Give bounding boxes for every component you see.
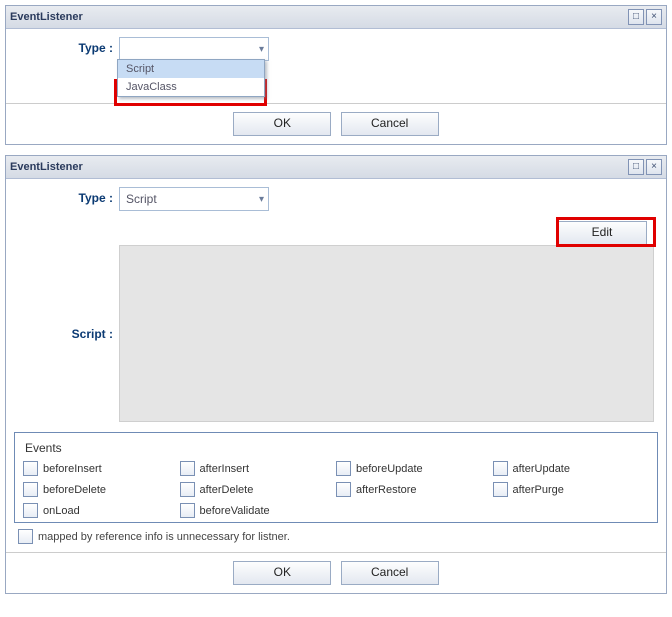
cancel-button[interactable]: Cancel [341,561,439,585]
event-checkbox-afterRestore[interactable]: afterRestore [336,482,493,497]
type-select[interactable]: ▾ Script JavaClass [119,37,269,61]
checkbox-icon [493,482,508,497]
event-checkbox-afterDelete[interactable]: afterDelete [180,482,337,497]
script-textarea[interactable] [119,245,654,422]
type-label: Type : [18,187,119,205]
checkbox-icon [23,503,38,518]
ok-button[interactable]: OK [233,561,331,585]
edit-button[interactable]: Edit [557,221,647,245]
dropdown-option-javaclass[interactable]: JavaClass [118,78,264,96]
checkbox-icon [23,482,38,497]
script-label: Script : [18,245,119,341]
type-select[interactable]: Script ▾ [119,187,269,211]
dialog-title: EventListener [10,11,626,23]
event-checkbox-beforeDelete[interactable]: beforeDelete [23,482,180,497]
close-button[interactable]: × [646,159,662,175]
ok-button[interactable]: OK [233,112,331,136]
event-checkbox-onLoad[interactable]: onLoad [23,503,180,518]
close-button[interactable]: × [646,9,662,25]
dropdown-option-script[interactable]: Script [118,60,264,78]
event-checkbox-afterUpdate[interactable]: afterUpdate [493,461,650,476]
checkbox-icon [180,461,195,476]
checkbox-icon [493,461,508,476]
dialog-eventlistener-1: EventListener □ × Type : ▾ Script JavaCl… [5,5,667,145]
type-value: Script [126,192,157,206]
titlebar: EventListener □ × [6,6,666,29]
type-label: Type : [18,37,119,55]
cancel-button[interactable]: Cancel [341,112,439,136]
button-row: OK Cancel [6,103,666,144]
chevron-down-icon: ▾ [259,44,264,55]
event-checkbox-afterPurge[interactable]: afterPurge [493,482,650,497]
checkbox-icon [336,482,351,497]
checkbox-icon [336,461,351,476]
dialog-title: EventListener [10,161,626,173]
button-row: OK Cancel [6,552,666,593]
dialog-eventlistener-2: EventListener □ × Type : Script ▾ Edit S… [5,155,667,594]
events-legend: Events [23,441,64,455]
event-checkbox-beforeValidate[interactable]: beforeValidate [180,503,337,518]
events-fieldset: Events beforeInsert afterInsert beforeUp… [14,432,658,523]
chevron-down-icon: ▾ [259,194,264,205]
type-dropdown-list: Script JavaClass [117,59,265,97]
checkbox-icon [18,529,33,544]
checkbox-icon [180,503,195,518]
checkbox-icon [23,461,38,476]
mapped-checkbox[interactable]: mapped by reference info is unnecessary … [18,529,654,544]
event-checkbox-beforeUpdate[interactable]: beforeUpdate [336,461,493,476]
maximize-button[interactable]: □ [628,9,644,25]
titlebar: EventListener □ × [6,156,666,179]
checkbox-icon [180,482,195,497]
event-checkbox-afterInsert[interactable]: afterInsert [180,461,337,476]
event-checkbox-beforeInsert[interactable]: beforeInsert [23,461,180,476]
maximize-button[interactable]: □ [628,159,644,175]
